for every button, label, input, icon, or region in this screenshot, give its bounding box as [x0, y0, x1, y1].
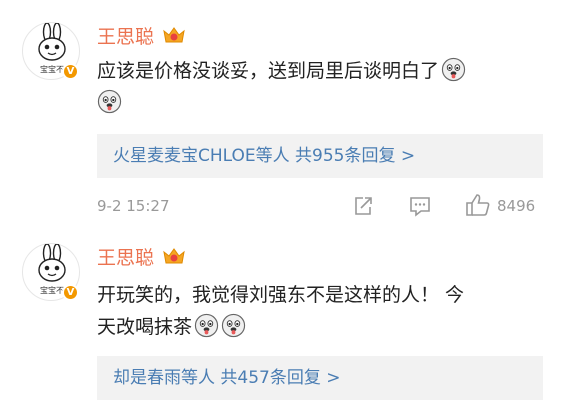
avatar[interactable]: 宝宝不 V: [22, 243, 80, 301]
comment-icon[interactable]: [408, 195, 432, 217]
comment-text-line: 应该是价格没谈妥，送到局里后谈明白了: [97, 60, 440, 82]
comment-timestamp: 9-2 15:27: [97, 197, 170, 215]
comment-text-line: 开玩笑的，我觉得刘强东不是这样的人！ 今: [97, 284, 465, 306]
crown-badge-icon: [163, 27, 185, 43]
doge-emoji-icon: [441, 57, 466, 82]
verified-v-icon: V: [62, 284, 79, 301]
crown-badge-icon: [163, 248, 185, 264]
comment-text-line: 天改喝抹茶: [97, 316, 193, 338]
reply-summary-link[interactable]: 火星麦麦宝CHLOE等人 共955条回复 >: [97, 134, 543, 178]
reply-summary-link[interactable]: 却是春雨等人 共457条回复 >: [97, 356, 543, 400]
verified-v-icon: V: [62, 63, 79, 80]
share-icon[interactable]: [352, 195, 374, 217]
doge-emoji-icon: [221, 313, 246, 338]
like-count: 8496: [497, 197, 536, 215]
comment-text: 应该是价格没谈妥，送到局里后谈明白了: [97, 55, 537, 119]
thumbs-up-icon[interactable]: [465, 193, 491, 217]
doge-emoji-icon: [194, 313, 219, 338]
avatar[interactable]: 宝宝不 V: [22, 22, 80, 80]
username[interactable]: 王思聪: [97, 25, 154, 49]
username[interactable]: 王思聪: [97, 246, 154, 270]
doge-emoji-icon: [97, 89, 122, 114]
comment-text: 开玩笑的，我觉得刘强东不是这样的人！ 今 天改喝抹茶: [97, 279, 537, 343]
